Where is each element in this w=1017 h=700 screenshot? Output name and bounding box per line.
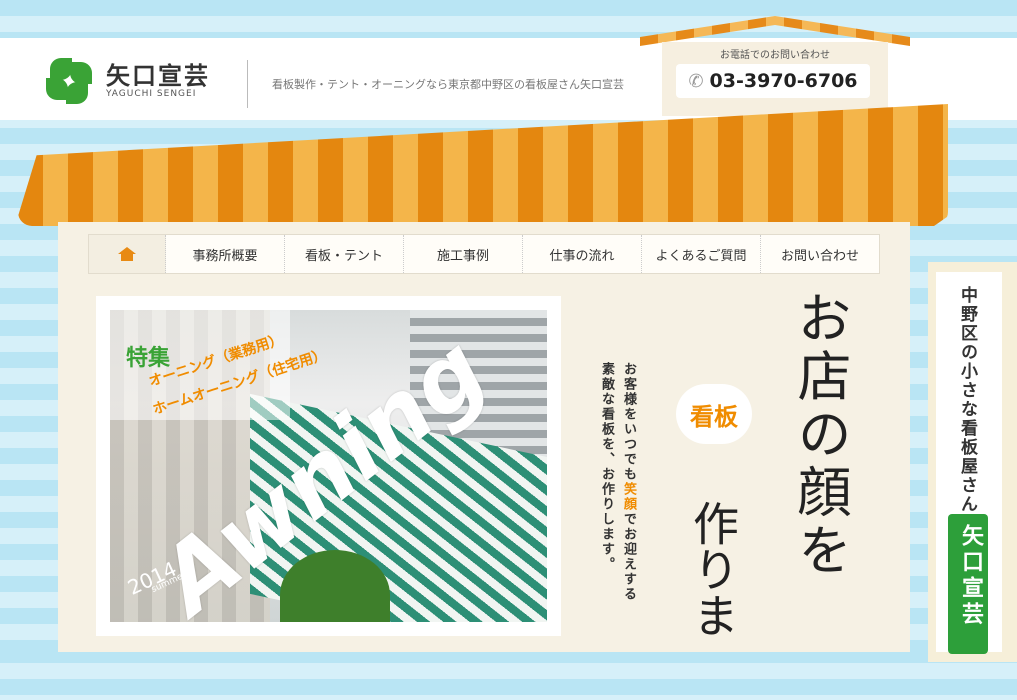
logo[interactable]: 矢口宣芸 YAGUCHI SENGEI (46, 58, 210, 104)
feature-banner[interactable]: 特集 オーニング（業務用） ホームオーニング（住宅用） Awning 2014 … (96, 296, 561, 636)
catch-copy-main: お店の顔を (788, 290, 851, 580)
clover-logo-icon (46, 58, 98, 104)
phone-number[interactable]: 03-3970-6706 (710, 70, 858, 92)
logo-roman: YAGUCHI SENGEI (106, 89, 197, 99)
intro-line-1: お客様をいつでも (621, 362, 636, 482)
phone-icon: ✆ (688, 70, 704, 92)
side-label: 中野区の小さな看板屋さん (957, 286, 977, 514)
nav-home[interactable] (89, 235, 166, 273)
sign-speech-bubble: 看板 (676, 384, 752, 444)
intro-line-2: でお迎えする (621, 512, 636, 602)
global-nav: 事務所概要 看板・テント 施工事例 仕事の流れ よくあるご質問 お問い合わせ (88, 234, 880, 274)
home-icon (118, 247, 136, 261)
nav-item-faq[interactable]: よくあるご質問 (642, 235, 761, 273)
phone-label: お電話でのお問い合わせ (720, 50, 830, 61)
awning-photo: 特集 オーニング（業務用） ホームオーニング（住宅用） Awning 2014 … (110, 310, 547, 622)
catch-copy-sub: 作りま (686, 500, 740, 638)
awning-decoration (18, 104, 948, 226)
nav-item-contact[interactable]: お問い合わせ (761, 235, 879, 273)
nav-item-signs-tents[interactable]: 看板・テント (285, 235, 404, 273)
intro-highlight: 笑顔 (621, 482, 636, 512)
site-tagline: 看板製作・テント・オーニングなら東京都中野区の看板屋さん矢口宣芸 (272, 78, 624, 91)
nav-item-flow[interactable]: 仕事の流れ (523, 235, 642, 273)
side-brand-text: 矢口宣芸 (958, 524, 983, 628)
nav-item-office[interactable]: 事務所概要 (166, 235, 285, 273)
intro-text: お客様をいつでも笑顔でお迎えする 素敵な看板を、お作りします。 (595, 362, 639, 622)
phone-box[interactable]: ✆ 03-3970-6706 (676, 64, 870, 98)
header-divider (247, 60, 248, 108)
phone-contact: お電話でのお問い合わせ ✆ 03-3970-6706 (640, 16, 910, 116)
intro-line-3: 素敵な看板を、お作りします。 (599, 362, 614, 572)
logo-name: 矢口宣芸 (106, 62, 210, 90)
nav-item-works[interactable]: 施工事例 (404, 235, 523, 273)
